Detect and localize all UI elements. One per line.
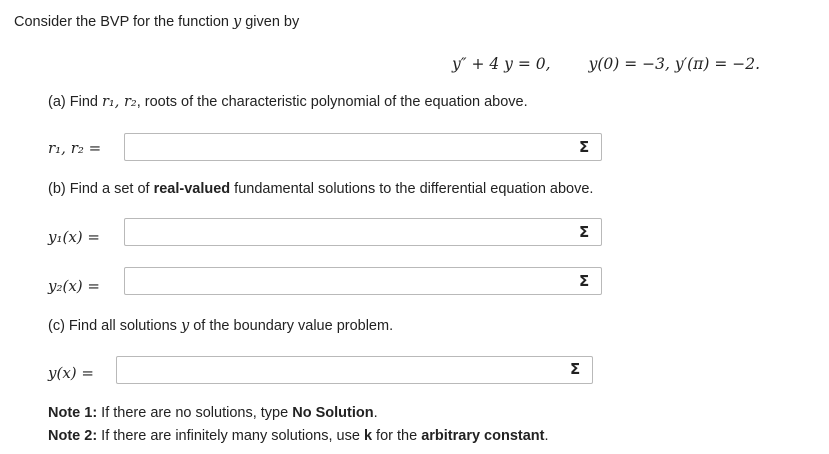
y2-input[interactable] [124,267,602,295]
intro-text: Consider the BVP for the function [14,14,233,30]
note-1-bold: No Solution [292,405,374,421]
sigma-icon[interactable]: Σ [579,223,589,241]
boundary-conditions: y(0) = −3, y′(π) = −2. [588,55,761,73]
intro-var: y [232,14,242,30]
part-a-prompt: (a) Find r₁, r₂, roots of the characteri… [48,94,528,110]
note-2-title: Note 2: [48,428,98,444]
note-1-pre: If there are no solutions, type [97,405,293,421]
y1-input[interactable] [124,218,602,246]
ode-text: y″ + 4 y = 0, [452,55,551,73]
part-b-bold: real-valued [153,181,231,197]
part-c-prompt: (c) Find all solutions y of the boundary… [48,318,393,334]
r1r2-label: r₁, r₂ = [48,139,102,157]
note-2-bold-constant: arbitrary constant [421,428,545,444]
note-2-pre: If there are infinitely many solutions, … [97,428,364,444]
note-1: Note 1: If there are no solutions, type … [48,405,378,421]
part-b-prompt: (b) Find a set of real-valued fundamenta… [48,181,593,197]
part-b-pre: (b) Find a set of [48,181,154,197]
sigma-icon[interactable]: Σ [570,360,580,378]
part-c-pre: (c) Find all solutions [48,318,181,334]
note-2-post: . [544,428,549,444]
sigma-icon[interactable]: Σ [579,272,589,290]
sigma-icon[interactable]: Σ [579,138,589,156]
part-a-post: , roots of the characteristic polynomial… [136,94,528,110]
problem-intro: Consider the BVP for the function y give… [14,14,299,30]
intro-after: given by [241,14,300,30]
note-1-title: Note 1: [48,405,98,421]
part-a-pre: (a) Find [48,94,102,110]
y-label: y(x) = [48,364,94,382]
bvp-equation: y″ + 4 y = 0, y(0) = −3, y′(π) = −2. [452,55,760,74]
part-c-post: of the boundary value problem. [189,318,394,334]
y1-label: y₁(x) = [48,228,100,246]
note-2-mid: for the [372,428,422,444]
part-c-var: y [180,318,190,334]
r1r2-input[interactable] [124,133,602,161]
y-input[interactable] [116,356,593,384]
part-b-post: fundamental solutions to the differentia… [230,181,594,197]
note-2: Note 2: If there are infinitely many sol… [48,428,549,444]
note-2-bold-k: k [363,428,373,444]
part-a-vars: r₁, r₂ [102,94,137,110]
note-1-post: . [373,405,378,421]
y2-label: y₂(x) = [48,277,100,295]
